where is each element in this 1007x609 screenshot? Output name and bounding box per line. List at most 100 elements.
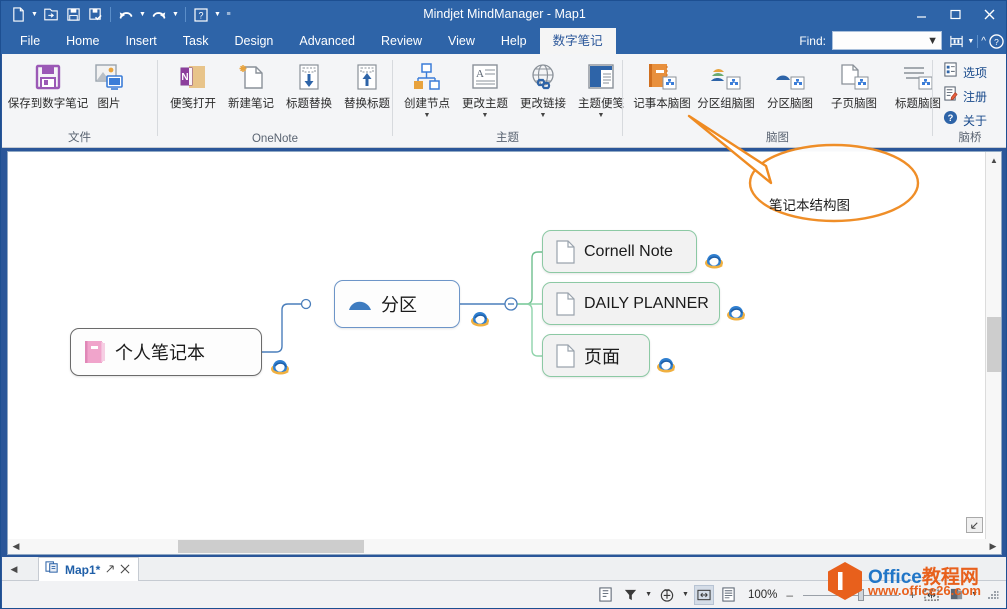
map-node-section[interactable]: 分区 [334, 280, 460, 328]
tab-file[interactable]: File [7, 28, 53, 54]
section-map-button[interactable]: 分区脑图 [758, 56, 822, 111]
tab-review[interactable]: Review [368, 28, 435, 54]
page-icon-page [555, 343, 576, 369]
zoom-out-button[interactable]: – [786, 588, 793, 602]
section-group-map-button[interactable]: 分区组脑图 [694, 56, 758, 111]
focus-dropdown-icon[interactable]: ▼ [682, 591, 689, 598]
close-icon[interactable] [120, 564, 130, 576]
picture-button[interactable]: 图片 [80, 56, 138, 111]
close-button[interactable] [972, 1, 1006, 28]
replace-title-label: 替换标题 [344, 98, 390, 111]
ribbon-group-file-name: 文件 [2, 129, 157, 145]
prev-tab-icon[interactable]: ◀ [6, 561, 22, 577]
change-link-label: 更改链接 [520, 98, 566, 111]
map-canvas-container[interactable]: 个人笔记本 分区 Cornell Note [7, 151, 1002, 552]
vertical-scrollbar[interactable]: ▲ ▼ [985, 152, 1001, 551]
horizontal-scrollbar[interactable]: ◀ ▶ [7, 539, 1002, 555]
new-note-icon [235, 59, 267, 95]
map-node-daily-planner-label: DAILY PLANNER [584, 295, 723, 313]
open-sticky-note-button[interactable]: N 便笺打开 [164, 56, 222, 111]
create-node-button[interactable]: 创建节点 ▼ [398, 56, 456, 119]
change-topic-label: 更改主题 [462, 98, 508, 111]
map-canvas[interactable]: 个人笔记本 分区 Cornell Note [8, 152, 1001, 551]
notes-icon[interactable] [595, 585, 615, 605]
tab-task[interactable]: Task [170, 28, 222, 54]
topic-note-icon [586, 59, 616, 95]
window-controls [904, 1, 1006, 28]
topic-note-dropdown-icon[interactable]: ▼ [598, 112, 605, 119]
new-note-button[interactable]: 新建笔记 [222, 56, 280, 111]
horizontal-scroll-thumb[interactable] [178, 540, 364, 553]
change-link-button[interactable]: 更改链接 ▼ [514, 56, 572, 119]
tab-advanced[interactable]: Advanced [286, 28, 368, 54]
ribbon-group-file: 保存到数字笔记 图片 文件 [2, 54, 157, 148]
page-icon-cornell [555, 239, 576, 265]
section-group-map-icon [709, 59, 743, 95]
ie-badge-page[interactable] [656, 356, 676, 376]
map-node-daily-planner[interactable]: DAILY PLANNER [542, 282, 720, 325]
find-dropdown-icon[interactable]: ▼ [924, 35, 938, 47]
tab-digital-notes[interactable]: 数字笔记 [540, 28, 616, 54]
scroll-right-icon[interactable]: ▶ [985, 539, 1001, 554]
maximize-button[interactable] [938, 1, 972, 28]
find-input[interactable]: ▼ [832, 31, 942, 50]
document-tab-map1[interactable]: Map1* [38, 557, 139, 581]
find-tools-separator [977, 35, 978, 48]
fit-map-icon[interactable] [694, 585, 714, 605]
ie-badge-cornell[interactable] [704, 252, 724, 272]
help-circle-icon[interactable]: ? [989, 34, 1004, 49]
options-button[interactable]: 选项 [939, 60, 987, 84]
create-node-label: 创建节点 [404, 98, 450, 111]
scroll-left-icon[interactable]: ◀ [8, 539, 24, 554]
ribbon-tab-strip: File Home Insert Task Design Advanced Re… [1, 28, 1007, 54]
pink-notebook-icon [83, 339, 107, 365]
ie-badge-section[interactable] [470, 310, 490, 330]
tab-help[interactable]: Help [488, 28, 540, 54]
ie-badge-root[interactable] [270, 358, 290, 378]
find-filter-icon[interactable] [949, 34, 964, 49]
register-button[interactable]: 注册 [939, 84, 987, 108]
create-node-dropdown-icon[interactable]: ▼ [424, 112, 431, 119]
change-topic-dropdown-icon[interactable]: ▼ [482, 112, 489, 119]
restore-icon[interactable] [105, 564, 115, 576]
ie-badge-daily[interactable] [726, 304, 746, 324]
scroll-up-icon[interactable]: ▲ [986, 152, 1001, 169]
svg-text:N: N [181, 72, 188, 83]
change-topic-button[interactable]: A 更改主题 ▼ [456, 56, 514, 119]
section-group-map-label: 分区组脑图 [697, 98, 755, 111]
title-replace-button[interactable]: 标题替换 [280, 56, 338, 111]
callout-text: 笔记本结构图 [769, 194, 850, 214]
replace-title-button[interactable]: 替换标题 [338, 56, 396, 111]
filter-dropdown-icon[interactable]: ▼ [645, 591, 652, 598]
tab-view[interactable]: View [435, 28, 488, 54]
fit-to-window-button[interactable] [966, 517, 983, 533]
notebook-map-button[interactable]: 记事本脑图 [630, 56, 694, 111]
map-node-page[interactable]: 页面 [542, 334, 650, 377]
tab-design[interactable]: Design [221, 28, 286, 54]
notebook-map-label: 记事本脑图 [633, 98, 691, 111]
options-icon [943, 62, 958, 82]
office-logo-icon [824, 560, 866, 602]
save-to-digital-notes-button[interactable]: 保存到数字笔记 [16, 56, 80, 111]
topic-note-label: 主题便笺 [578, 98, 624, 111]
map-document-icon [45, 560, 60, 579]
outline-icon[interactable] [719, 585, 739, 605]
subpage-map-button[interactable]: 子页脑图 [822, 56, 886, 111]
map-node-root[interactable]: 个人笔记本 [70, 328, 262, 376]
onenote-open-icon: N [177, 59, 209, 95]
map-node-cornell-note[interactable]: Cornell Note [542, 230, 697, 273]
create-node-icon [411, 59, 443, 95]
focus-icon[interactable] [657, 585, 677, 605]
svg-text:?: ? [994, 36, 999, 46]
tab-insert[interactable]: Insert [113, 28, 170, 54]
ribbon-group-onenote: N 便笺打开 新建笔记 标题替换 [158, 54, 392, 148]
minimize-button[interactable] [904, 1, 938, 28]
options-label: 选项 [963, 64, 987, 81]
tab-home[interactable]: Home [53, 28, 112, 54]
change-link-dropdown-icon[interactable]: ▼ [540, 112, 547, 119]
filter-icon[interactable] [620, 585, 640, 605]
collapse-ribbon-icon[interactable]: ^ [981, 36, 986, 47]
find-filter-dropdown-icon[interactable]: ▼ [967, 38, 974, 45]
map-node-page-label: 页面 [584, 343, 634, 369]
vertical-scroll-thumb[interactable] [987, 317, 1001, 372]
